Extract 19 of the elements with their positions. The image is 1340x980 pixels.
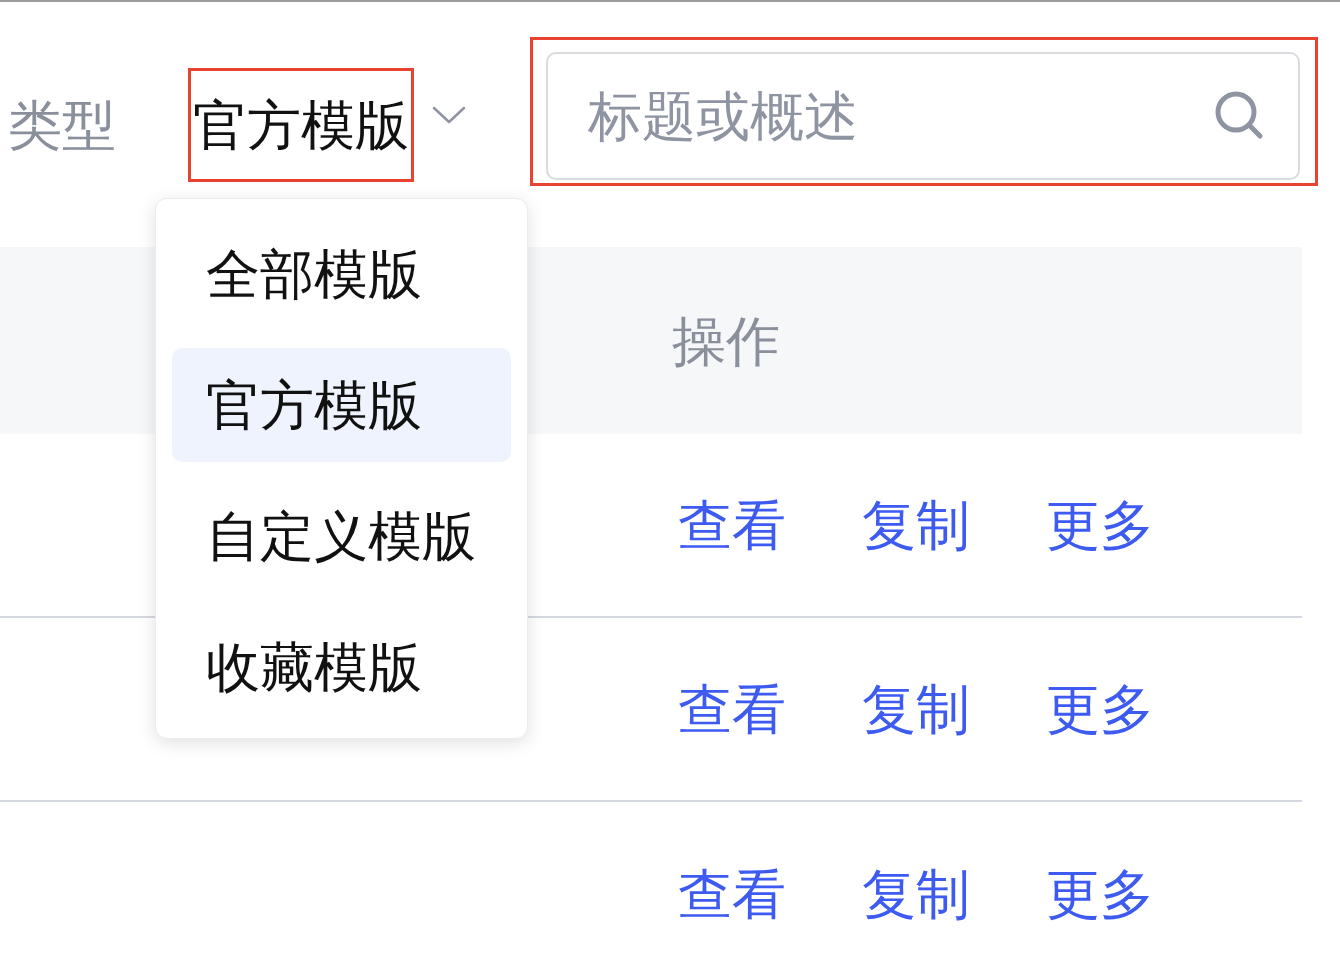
- action-link[interactable]: 更多: [1046, 682, 1154, 736]
- dropdown-option[interactable]: 全部模版: [172, 217, 511, 331]
- dropdown-option[interactable]: 官方模版: [172, 348, 511, 462]
- action-link[interactable]: 更多: [1046, 867, 1154, 921]
- dropdown-option[interactable]: 收藏模版: [172, 610, 511, 724]
- action-link[interactable]: 复制: [862, 867, 970, 921]
- type-label: 类型: [8, 98, 117, 152]
- search-field[interactable]: 标题或概述: [546, 52, 1300, 180]
- search-icon[interactable]: [1214, 90, 1264, 140]
- action-link[interactable]: 查看: [678, 682, 786, 736]
- column-header: 操作: [672, 313, 780, 368]
- chevron-down-icon[interactable]: [432, 106, 466, 124]
- action-link[interactable]: 复制: [862, 682, 970, 736]
- type-select-value[interactable]: 官方模版: [193, 98, 409, 152]
- action-link[interactable]: 更多: [1046, 498, 1154, 552]
- dropdown-option[interactable]: 自定义模版: [172, 479, 511, 593]
- action-link[interactable]: 复制: [862, 498, 970, 552]
- action-link[interactable]: 查看: [678, 867, 786, 921]
- action-link[interactable]: 查看: [678, 498, 786, 552]
